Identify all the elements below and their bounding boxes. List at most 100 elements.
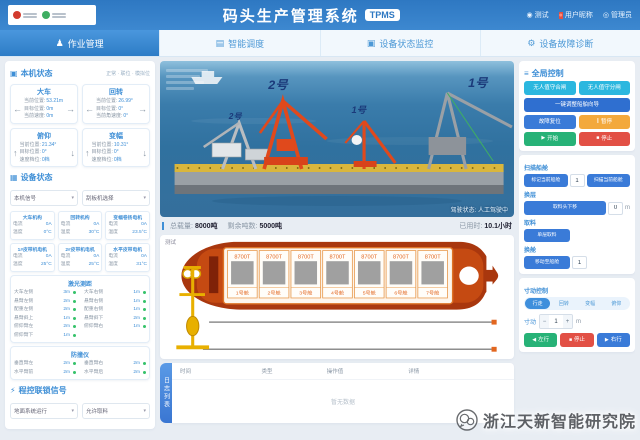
axis-card-grid: 大车 ← 当前位置:53.21m 目标位置:0m 当前速度:0m → 回转 [10,84,150,167]
arrow-down-icon[interactable]: ↓ [143,148,148,158]
arrow-left-icon[interactable]: ← [13,104,22,114]
logo-mark-red [13,11,37,19]
interlock-icon: ⚡ [10,386,16,395]
hold-operations-panel: 扫描船舱 标记当前船舱 扫描当前船舱 换层 取料头下移 m 取料 单层取料 换舱 [519,155,635,274]
hold-5[interactable]: 8700T 5号舱 [354,251,384,298]
jog-tab-pitch[interactable]: 俯仰 [604,298,629,309]
motor-card-luffing-winch: 变幅卷扬电机 电流0A 温度23.5°C [105,211,150,240]
hold-6[interactable]: 8700T 6号舱 [386,251,416,298]
device-status-header: ▦ 设备状态 [10,172,150,183]
hold-name: 3号舱 [299,290,312,297]
hold-2[interactable]: 8700T 2号舱 [259,251,289,298]
step-decrease-button[interactable]: − [540,315,549,328]
axis-name: 大车 [13,87,75,97]
tab-device-monitoring[interactable]: ▣ 设备状态监控 [321,30,481,56]
header-test-item[interactable]: ◉ 测试 [527,10,549,20]
pause-button[interactable]: ∥ 暂停 [579,115,631,129]
header-admin-item[interactable]: ◎ 管理员 [603,10,632,20]
arrow-right-icon[interactable]: → [66,104,75,114]
left-sidebar: ▣ 本机状态 正常 · 联位 · 模拟位 大车 ← 当前位置:53.21m 目标… [5,61,155,429]
hold-3[interactable]: 8700T 3号舱 [291,251,321,298]
header-user-area: ◉ 测试 ● 用户昵称 ◎ 管理员 [527,10,632,20]
workers-icon: ♟ [56,38,64,49]
tpms-badge: TPMS [365,9,400,21]
jog-tab-luffing[interactable]: 变幅 [578,298,603,309]
jog-right-button[interactable]: ▶ 右行 [597,333,630,347]
single-layer-fetch-button[interactable]: 单层取料 [524,229,570,242]
chevron-down-icon: ▾ [143,408,146,414]
unattended-open-button[interactable]: 无人值守分闸 [579,81,631,95]
ship-diagram-panel: 测试 8700T 1号舱 [160,235,514,359]
header-nickname-item[interactable]: ● 用户昵称 [559,10,593,20]
tab-job-management[interactable]: ♟ 作业管理 [0,30,160,56]
scan-current-hold-button[interactable]: 扫描当前船舱 [587,174,631,187]
lower-head-button[interactable]: 取料头下移 [524,201,606,214]
global-control-title: 全局控制 [532,68,564,79]
hold-capacity: 8700T [425,254,442,260]
motor-card-grid: 大车机构 电流0A 温度0°C 回转机构 电流0A 温度30°C 变幅卷扬电机 … [10,211,150,272]
arrow-right-icon[interactable]: → [138,104,147,114]
arrow-left-icon[interactable]: ← [85,104,94,114]
lower-head-input[interactable] [608,202,623,215]
hold-7[interactable]: 8700T 7号舱 [418,251,448,298]
tab-label: 智能调度 [228,37,264,50]
status-dot [143,308,146,311]
allow-fetch-select[interactable]: 允许取料 ▾ [82,403,150,419]
axis-card-pitch: 俯仰 ↑ 当前位置:21.34° 目标位置:0° 速度档位:0档 ↓ [10,128,78,168]
start-button[interactable]: ▶ 开始 [524,132,576,146]
tab-fault-diagnosis[interactable]: ⚙ 设备故障诊断 [481,30,640,56]
log-list-tab[interactable]: 日志列表 [160,363,172,423]
status-dot [143,371,146,374]
fault-reset-button[interactable]: 故障复位 [524,115,576,129]
jog-step-value[interactable]: 1 [549,319,563,325]
move-to-hold-button[interactable]: 移动至船舱 [524,256,570,269]
arrow-up-icon[interactable]: ↑ [13,148,18,158]
move-to-hold-input[interactable] [572,256,587,269]
status-dot [73,291,76,294]
status-dot [143,317,146,320]
3d-viewport[interactable]: 2号 2号 1号 1号 驾驶状态: 人工驾驶中 [160,61,514,217]
status-dot [143,291,146,294]
unattended-close-button[interactable]: 无人值守合闸 [524,81,576,95]
hold-4[interactable]: 8700T 4号舱 [323,251,353,298]
arrow-up-icon[interactable]: ↑ [85,148,90,158]
jog-tab-slew[interactable]: 回转 [551,298,576,309]
status-dot [73,362,76,365]
jog-stop-button[interactable]: ■ 停止 [560,333,593,347]
app-header: 码头生产管理系统 TPMS ◉ 测试 ● 用户昵称 ◎ 管理员 [0,0,640,30]
machine-status-title: 本机状态 [21,68,53,79]
remaining-tons: 剩余吨数:5000吨 [228,221,283,231]
mark-current-hold-button[interactable]: 标记当前船舱 [524,174,568,187]
step-increase-button[interactable]: + [563,315,572,328]
chevron-down-icon: ▾ [71,195,74,201]
3d-scene: 2号 2号 1号 1号 [160,61,514,217]
arrow-down-icon[interactable]: ↓ [71,148,76,158]
headset-icon: ◉ [527,11,533,19]
stop-button[interactable]: ■ 停止 [579,132,631,146]
anti-collision-title: 防撞仪 [14,350,146,359]
company-logo [8,5,96,25]
stop-icon: ■ [596,136,599,142]
status-dot [73,308,76,311]
axis-name: 俯仰 [13,131,75,141]
ship-adjust-wizard-button[interactable]: 一键调整船舶向导 [524,98,630,112]
change-hold-label: 换舱 [524,245,630,254]
center-column: 2号 2号 1号 1号 驾驶状态: 人工驾驶中 总载量:8000吨 剩余吨数:5… [160,61,514,429]
tab-smart-scheduling[interactable]: ▤ 智能调度 [160,30,320,56]
jog-left-button[interactable]: ◀ 左行 [524,333,557,347]
left-arrow-icon: ◀ [532,338,536,344]
signal-select[interactable]: 本机信号 ▾ [10,190,78,206]
motor-card-horizontal-belt: 水平皮带电机 电流0A 温度31°C [105,243,150,272]
tab-label: 作业管理 [68,37,104,50]
scraper-select[interactable]: 刮板机选择 ▾ [82,190,150,206]
crane-label: 2号 [228,112,243,121]
scan-hold-input[interactable] [570,174,585,187]
fetch-material-label: 取料 [524,218,630,227]
hold-1[interactable]: 8700T 1号舱 [227,251,257,298]
jog-step-label: 寸动 [524,317,536,326]
diagnosis-icon: ⚙ [527,38,535,49]
jog-tab-travel[interactable]: 行走 [525,298,550,309]
status-dot [73,325,76,328]
hold-name: 1号舱 [236,290,249,297]
ground-system-select[interactable]: 地面系统运行 ▾ [10,403,78,419]
